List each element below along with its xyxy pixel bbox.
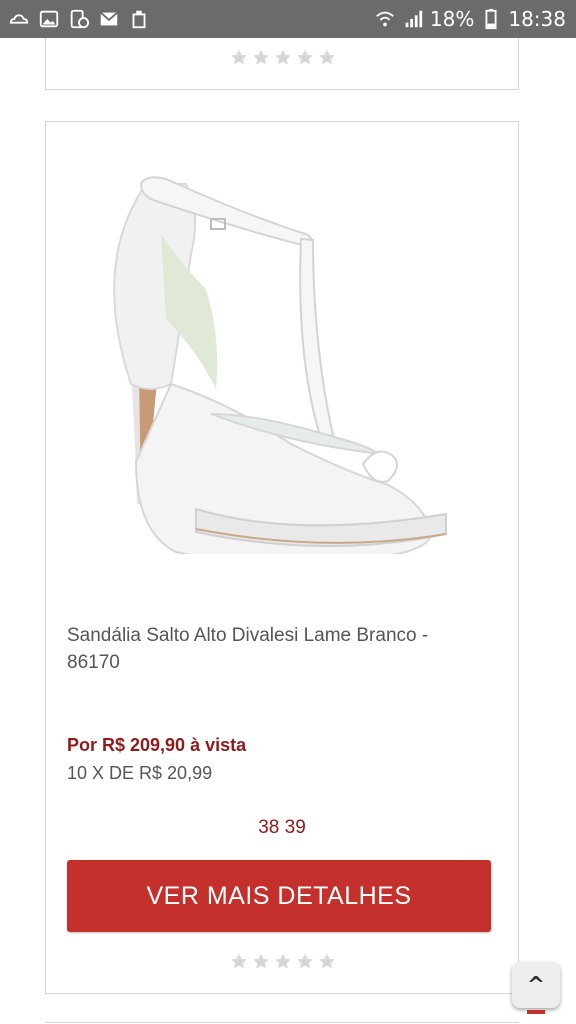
- bag-icon: [132, 10, 146, 29]
- product-name[interactable]: Sandália Salto Alto Divalesi Lame Branco…: [67, 622, 477, 676]
- signal-icon: [405, 10, 423, 28]
- star-icon: [253, 49, 269, 65]
- star-icon: [231, 49, 247, 65]
- star-icon: [253, 953, 269, 969]
- next-card-divider: [45, 1022, 519, 1023]
- system-status: 18% 18:38: [374, 6, 566, 32]
- wifi-icon: [376, 11, 394, 27]
- product-image[interactable]: [101, 164, 471, 554]
- rating-stars: [230, 952, 336, 974]
- mail-icon: [100, 11, 118, 26]
- star-icon: [297, 953, 313, 969]
- scroll-to-top-button[interactable]: ^: [512, 962, 560, 1008]
- available-sizes: 38 39: [258, 817, 306, 838]
- star-icon: [275, 49, 291, 65]
- caret-up-icon: ^: [526, 972, 546, 998]
- scroll-indicator: [527, 1010, 545, 1014]
- details-button[interactable]: VER MAIS DETALHES: [67, 860, 491, 932]
- rating-stars: [230, 48, 336, 70]
- star-icon: [319, 953, 335, 969]
- star-icon: [231, 953, 247, 969]
- battery-icon: [485, 8, 497, 30]
- previous-product-card[interactable]: [45, 38, 519, 90]
- price-installments: 10 X DE R$ 20,99: [67, 763, 213, 783]
- status-bar: 18% 18:38: [0, 0, 576, 38]
- star-icon: [275, 953, 291, 969]
- star-icon: [319, 49, 335, 65]
- image-icon: [39, 10, 59, 28]
- clock-time: 18:38: [508, 7, 566, 31]
- clock-icon: [70, 9, 90, 29]
- price-cash: Por R$ 209,90 à vista: [67, 735, 247, 755]
- product-card[interactable]: Sandália Salto Alto Divalesi Lame Branco…: [45, 121, 519, 994]
- cloud-icon: [9, 14, 29, 24]
- battery-percent: 18%: [429, 7, 475, 31]
- star-icon: [297, 49, 313, 65]
- notification-icons: [8, 6, 150, 32]
